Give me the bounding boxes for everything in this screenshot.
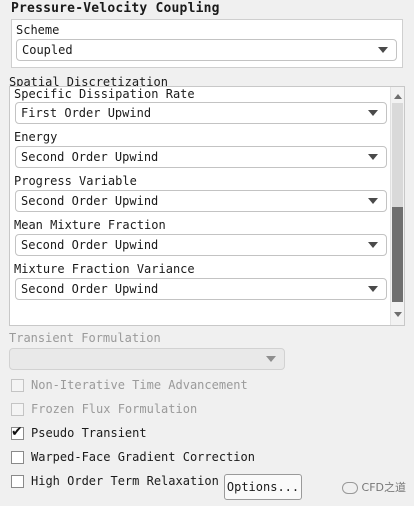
dropdown-value: Second Order Upwind <box>21 238 159 252</box>
high-order-term-relaxation-checkbox[interactable] <box>11 475 24 488</box>
mixture-fraction-variance-dropdown[interactable]: Second Order Upwind <box>15 278 387 300</box>
checkmark-icon: ✔ <box>11 424 23 440</box>
scrollbar-track-region[interactable] <box>392 103 403 207</box>
field-label-mean-mixture-fraction: Mean Mixture Fraction <box>14 218 166 232</box>
chevron-down-icon <box>368 286 378 292</box>
mean-mixture-fraction-dropdown[interactable]: Second Order Upwind <box>15 234 387 256</box>
pseudo-transient-checkbox[interactable]: ✔ <box>11 424 24 440</box>
non-iterative-time-advancement-checkbox[interactable] <box>11 379 24 392</box>
watermark: CFD之道 <box>341 479 406 495</box>
pressure-velocity-coupling-title: Pressure-Velocity Coupling <box>11 1 220 16</box>
energy-dropdown[interactable]: Second Order Upwind <box>15 146 387 168</box>
options-button[interactable]: Options... <box>224 474 302 500</box>
scrollbar-thumb[interactable] <box>392 207 403 302</box>
dropdown-value: Second Order Upwind <box>21 194 159 208</box>
chevron-down-icon <box>378 47 388 53</box>
transient-formulation-dropdown[interactable] <box>9 348 285 370</box>
chevron-down-icon <box>368 154 378 160</box>
warped-face-gradient-correction-checkbox[interactable] <box>11 451 24 464</box>
scheme-label: Scheme <box>16 23 60 37</box>
chevron-down-icon <box>368 242 378 248</box>
field-label-mixture-fraction-variance: Mixture Fraction Variance <box>14 262 195 276</box>
chevron-down-icon <box>368 198 378 204</box>
specific-dissipation-rate-dropdown[interactable]: First Order Upwind <box>15 102 387 124</box>
field-label-energy: Energy <box>14 130 58 144</box>
scheme-value: Coupled <box>22 43 73 57</box>
scheme-dropdown[interactable]: Coupled <box>16 39 397 61</box>
scroll-up-arrow-icon[interactable] <box>394 94 402 99</box>
warped-face-gradient-correction-label: Warped-Face Gradient Correction <box>31 450 255 464</box>
field-label-specific-dissipation-rate: Specific Dissipation Rate <box>14 87 195 101</box>
wechat-icon <box>341 482 358 494</box>
dropdown-value: First Order Upwind <box>21 106 152 120</box>
pseudo-transient-label: Pseudo Transient <box>31 426 147 440</box>
scroll-down-arrow-icon[interactable] <box>394 312 402 317</box>
frozen-flux-formulation-checkbox[interactable] <box>11 403 24 416</box>
chevron-down-icon <box>266 356 276 362</box>
spatial-discretization-panel: Specific Dissipation Rate First Order Up… <box>9 86 405 326</box>
chevron-down-icon <box>368 110 378 116</box>
non-iterative-time-advancement-label: Non-Iterative Time Advancement <box>31 378 248 392</box>
field-label-progress-variable: Progress Variable <box>14 174 137 188</box>
vertical-scrollbar[interactable] <box>390 87 404 325</box>
progress-variable-dropdown[interactable]: Second Order Upwind <box>15 190 387 212</box>
frozen-flux-formulation-label: Frozen Flux Formulation <box>31 402 198 416</box>
dropdown-value: Second Order Upwind <box>21 150 159 164</box>
dropdown-value: Second Order Upwind <box>21 282 159 296</box>
watermark-text: CFD之道 <box>361 481 406 494</box>
transient-formulation-label: Transient Formulation <box>9 331 161 345</box>
high-order-term-relaxation-label: High Order Term Relaxation <box>31 474 219 488</box>
